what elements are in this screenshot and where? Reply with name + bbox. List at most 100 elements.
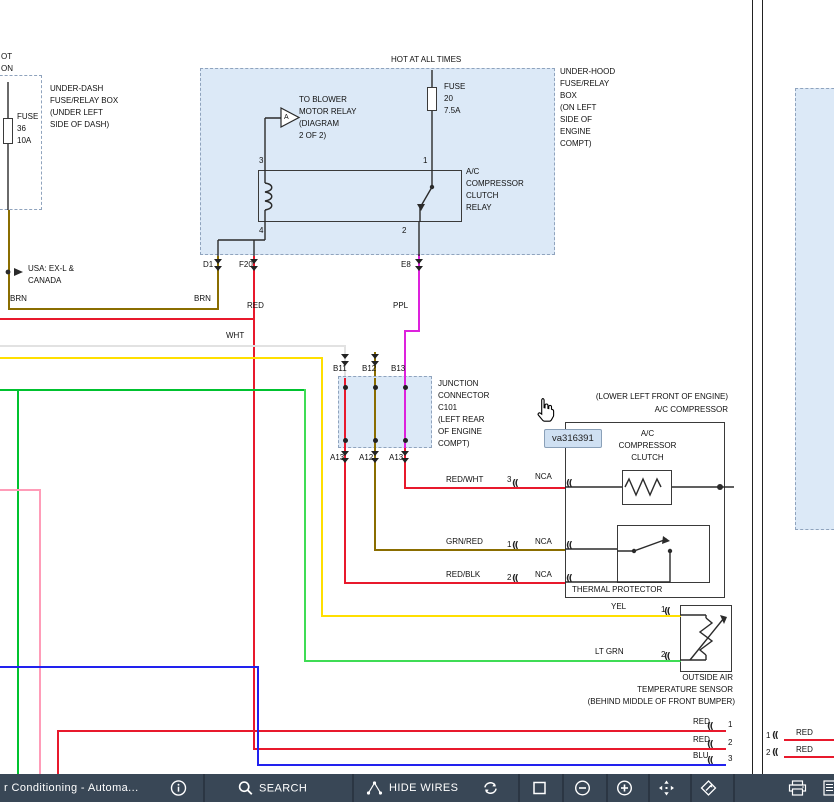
diagram-label: 2 OF 2) xyxy=(299,131,326,140)
diagram-label: NCA xyxy=(535,472,552,481)
fuse-36-symbol[interactable] xyxy=(3,118,13,144)
outside-air-temperature-sensor[interactable] xyxy=(680,605,732,672)
hand-cursor xyxy=(534,396,556,428)
inline-connector-symbol: (( xyxy=(512,541,517,551)
inline-connector-symbol: (( xyxy=(772,748,777,758)
diagram-label: OT xyxy=(1,52,12,61)
wire-red[interactable] xyxy=(57,730,59,774)
inline-connector-symbol: (( xyxy=(566,541,571,551)
wire-grn[interactable] xyxy=(0,389,306,391)
diagram-label: RELAY xyxy=(466,203,492,212)
page-separator-left xyxy=(752,0,753,774)
diagram-label: 3 xyxy=(507,475,511,484)
wire-brn[interactable] xyxy=(8,308,219,310)
zoom-in-icon xyxy=(616,780,633,797)
diagram-label: COMPT) xyxy=(560,139,592,148)
active-tab-label[interactable]: r Conditioning - Automa... xyxy=(4,782,139,794)
diagram-label: 1 xyxy=(766,731,770,740)
diagram-label: FUSE xyxy=(17,112,38,121)
wire-brn[interactable] xyxy=(374,549,565,551)
refresh-button[interactable] xyxy=(482,780,499,796)
diagram-label: (DIAGRAM xyxy=(299,119,339,128)
connector-arrow xyxy=(214,259,222,273)
wire-ltg[interactable] xyxy=(304,389,306,662)
zoom-out-icon xyxy=(574,780,591,797)
diagram-label: UNDER-DASH xyxy=(50,84,103,93)
diagram-canvas[interactable]: OTONUNDER-DASHFUSE/RELAY BOX(UNDER LEFTS… xyxy=(0,0,834,774)
wire-red[interactable] xyxy=(253,320,255,750)
toolbar-separator xyxy=(733,774,735,802)
wire-wht[interactable] xyxy=(0,345,346,347)
wire-red[interactable] xyxy=(0,318,255,320)
wire-blu[interactable] xyxy=(0,666,259,668)
stop-button[interactable] xyxy=(532,781,547,796)
inline-connector-symbol: (( xyxy=(566,479,571,489)
diagram-label: COMPRESSOR xyxy=(600,441,695,450)
diagram-label: RED/BLK xyxy=(446,570,480,579)
diagram-label: 2 xyxy=(507,573,511,582)
zoom-out-button[interactable] xyxy=(574,780,591,797)
wire-red[interactable] xyxy=(784,756,834,758)
diagram-label: SIDE OF xyxy=(560,115,592,124)
zoom-in-button[interactable] xyxy=(616,780,633,797)
diagram-label: GRN/RED xyxy=(446,537,483,546)
diagram-label: RED/WHT xyxy=(446,475,483,484)
connector-arrow xyxy=(371,451,379,465)
diagram-label: 10A xyxy=(17,136,31,145)
junction-dot xyxy=(403,438,408,443)
connector-arrow xyxy=(415,259,423,273)
diagram-label: CLUTCH xyxy=(466,191,498,200)
wire-red[interactable] xyxy=(404,487,565,489)
diagram-label: RED xyxy=(796,745,813,754)
connector-arrow xyxy=(250,259,258,273)
more-tools-button[interactable] xyxy=(822,780,834,797)
wire-blu[interactable] xyxy=(257,764,726,766)
diagram-label: NCA xyxy=(535,570,552,579)
diagram-label: WHT xyxy=(226,331,244,340)
diagram-label: TEMPERATURE SENSOR xyxy=(540,685,733,694)
wire-red[interactable] xyxy=(344,448,346,584)
compressor-clutch-coil[interactable] xyxy=(622,470,672,505)
bottom-toolbar: r Conditioning - Automa... SEARCH HIDE W… xyxy=(0,774,834,802)
wire-blu[interactable] xyxy=(257,666,259,766)
stop-square-icon xyxy=(532,781,547,796)
diagram-label: 1 xyxy=(507,540,511,549)
wire-red[interactable] xyxy=(784,739,834,741)
wire-ltg[interactable] xyxy=(304,660,681,662)
wire-red[interactable] xyxy=(344,582,565,584)
wire-pnk[interactable] xyxy=(39,489,41,774)
diagram-label: LT GRN xyxy=(595,647,624,656)
refresh-icon xyxy=(482,780,499,796)
junction-dot xyxy=(403,385,408,390)
wire-yel[interactable] xyxy=(0,357,323,359)
thermal-protector[interactable] xyxy=(617,525,710,583)
toolbar-separator xyxy=(203,774,205,802)
wire-red[interactable] xyxy=(57,730,726,732)
diagram-label: 20 xyxy=(444,94,453,103)
print-button[interactable] xyxy=(788,780,807,797)
diagram-label: TO BLOWER xyxy=(299,95,347,104)
search-button[interactable]: SEARCH xyxy=(238,781,307,796)
diagram-label: FUSE xyxy=(444,82,465,91)
pan-button[interactable] xyxy=(658,780,675,797)
toolbar-separator xyxy=(562,774,564,802)
wire-red[interactable] xyxy=(253,748,726,750)
info-button[interactable] xyxy=(170,780,187,797)
fuse-20-symbol[interactable] xyxy=(427,87,437,111)
wire-pnk[interactable] xyxy=(0,489,41,491)
pan-icon xyxy=(658,780,675,797)
diagram-label: JUNCTION xyxy=(438,379,478,388)
diagram-label: 2 xyxy=(766,748,770,757)
wire-grn[interactable] xyxy=(17,391,19,774)
wire-yel[interactable] xyxy=(321,357,323,617)
diagram-label: MOTOR RELAY xyxy=(299,107,357,116)
wire-yel[interactable] xyxy=(321,615,681,617)
connector-arrow xyxy=(341,354,349,368)
diagram-label: ENGINE xyxy=(560,127,591,136)
junction-dot xyxy=(373,385,378,390)
search-icon xyxy=(238,781,253,796)
ac-compressor-clutch-relay[interactable] xyxy=(258,170,462,222)
hide-wires-button[interactable]: HIDE WIRES xyxy=(366,780,458,796)
fit-diagram-button[interactable] xyxy=(700,780,717,797)
wire-ppl[interactable] xyxy=(404,330,420,332)
